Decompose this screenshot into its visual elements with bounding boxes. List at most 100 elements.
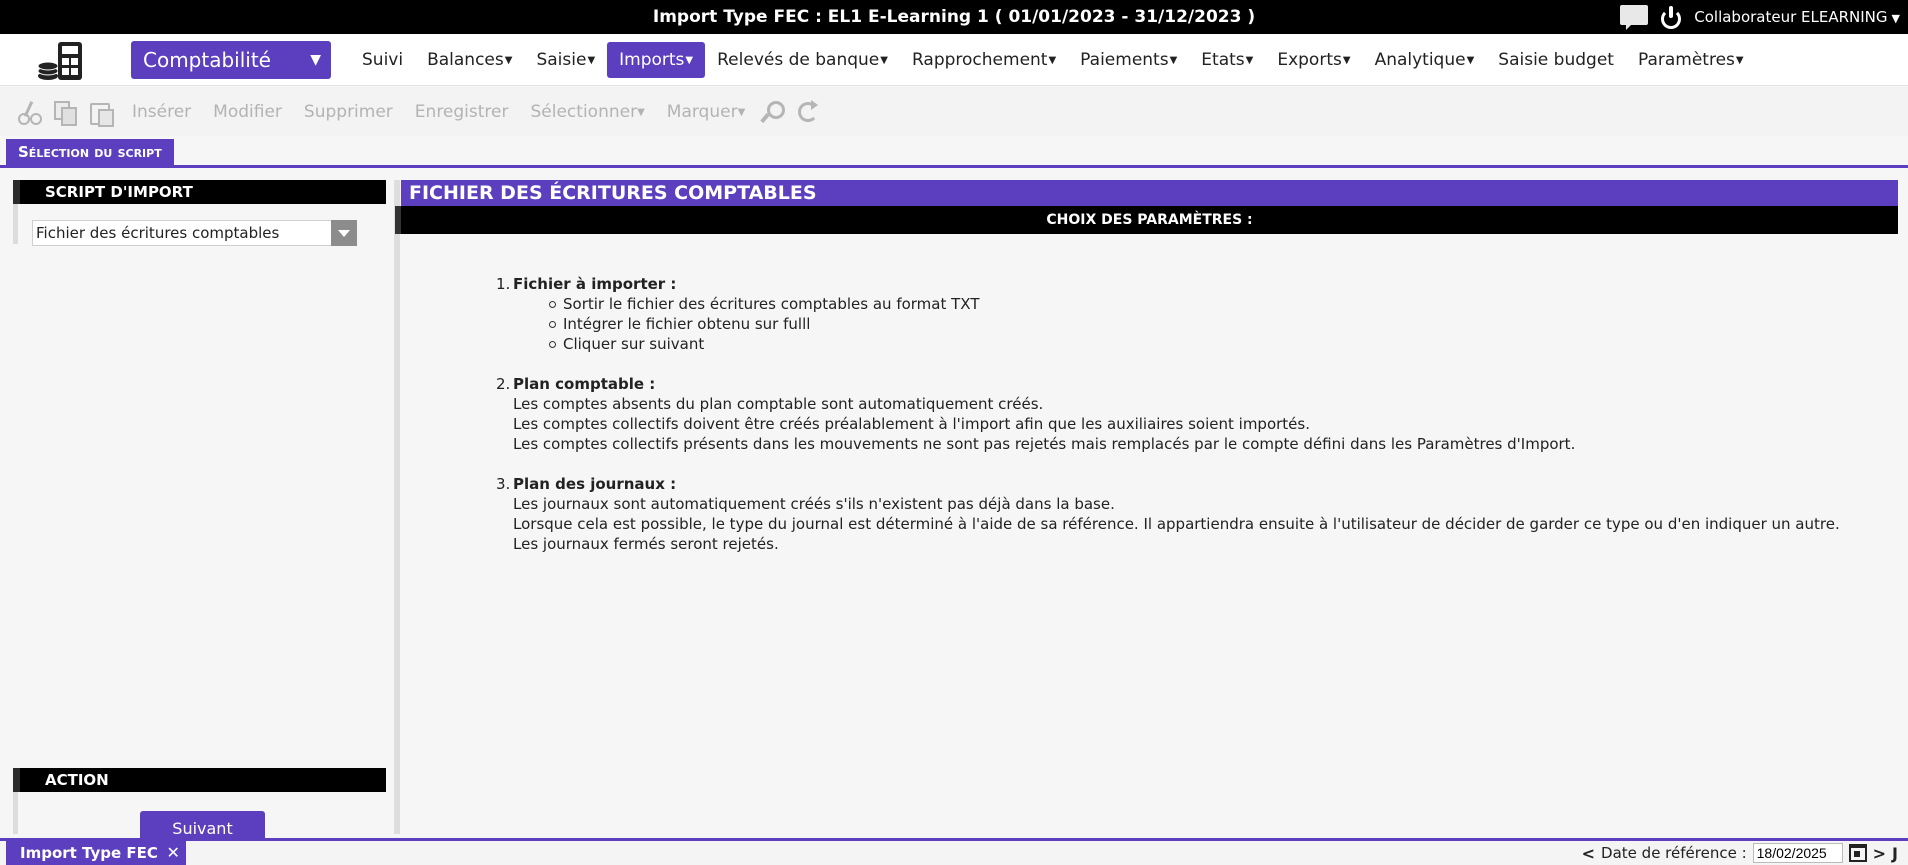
menu-item-label: Paiements [1080, 50, 1169, 70]
menu-item-saisie[interactable]: Saisie▼ [524, 42, 607, 78]
next-date-button[interactable]: > [1873, 844, 1886, 863]
menu-item-imports[interactable]: Imports▼ [607, 42, 706, 78]
next-button[interactable]: Suivant [140, 811, 265, 841]
section-number: 1. [496, 275, 511, 293]
chevron-down-icon: ▼ [1466, 55, 1475, 66]
text-line: Les journaux sont automatiquement créés … [513, 495, 1115, 513]
menu-item-label: Etats [1201, 50, 1245, 70]
menu-item-label: Balances [427, 50, 504, 70]
left-panel: SCRIPT D'IMPORT Fichier des écritures co… [13, 180, 386, 841]
menu-item-parametres[interactable]: Paramètres▼ [1626, 42, 1756, 78]
menu-item-label: Relevés de banque [717, 50, 880, 70]
delete-button[interactable]: Supprimer [304, 102, 393, 122]
open-window-tab-label: Import Type FEC [20, 844, 158, 862]
text-line: Les comptes collectifs doivent être créé… [513, 415, 1310, 433]
open-window-tab[interactable]: Import Type FEC ✕ [6, 841, 186, 865]
right-panel: FICHIER DES ÉCRITURES COMPTABLES CHOIX D… [395, 180, 1898, 834]
panel-splitter[interactable] [394, 180, 400, 834]
user-menu[interactable]: Collaborateur ELEARNING ▼ [1694, 8, 1900, 26]
menu-item-saisie-budget[interactable]: Saisie budget [1486, 42, 1626, 78]
reference-date: < Date de référence : > J [1582, 841, 1898, 865]
module-select[interactable]: Comptabilité ▼ [131, 41, 331, 79]
menu-item-rapprochement[interactable]: Rapprochement▼ [900, 42, 1068, 78]
panel-edge [13, 204, 18, 244]
search-icon[interactable] [759, 99, 786, 125]
insert-button[interactable]: Insérer [132, 102, 191, 122]
calendar-icon[interactable] [1848, 844, 1867, 862]
menu-item-exports[interactable]: Exports▼ [1265, 42, 1362, 78]
scissors-icon[interactable] [16, 99, 42, 125]
chevron-down-icon: ▼ [1891, 12, 1900, 25]
menu-item-etats[interactable]: Etats▼ [1189, 42, 1265, 78]
menu-item-label: Paramètres [1637, 50, 1735, 70]
list-item: Cliquer sur suivant [549, 334, 1893, 354]
section-number: 3. [496, 475, 511, 493]
panel-edge [13, 792, 18, 834]
script-select-value: Fichier des écritures comptables [36, 224, 280, 242]
title-bar: Import Type FEC : EL1 E-Learning 1 ( 01/… [0, 0, 1908, 34]
list-item: Sortir le fichier des écritures comptabl… [549, 294, 1893, 314]
section-heading: Fichier à importer : [513, 275, 677, 293]
section-number: 2. [496, 375, 511, 393]
menu-item-suivi[interactable]: Suivi [350, 42, 415, 78]
chevron-down-icon: ▼ [1735, 55, 1744, 66]
menu-bar: Comptabilité ▼ Suivi Balances▼ Saisie▼ I… [0, 34, 1908, 86]
close-icon[interactable]: ✕ [167, 841, 180, 865]
copy-icon[interactable] [52, 99, 78, 126]
action-header: ACTION [13, 768, 386, 792]
chat-icon[interactable] [1620, 5, 1649, 30]
instruction-section: 3. Plan des journaux : Les journaux sont… [493, 474, 1893, 554]
reference-date-input[interactable] [1752, 843, 1843, 863]
modify-button[interactable]: Modifier [213, 102, 282, 122]
list-item: Intégrer le fichier obtenu sur fulll [549, 314, 1893, 334]
panel-title: FICHIER DES ÉCRITURES COMPTABLES [401, 180, 1898, 206]
module-select-value: Comptabilité [143, 48, 271, 72]
today-button[interactable]: J [1892, 844, 1898, 863]
title-bar-right: Collaborateur ELEARNING ▼ [1620, 0, 1900, 34]
status-bar: Import Type FEC ✕ < Date de référence : … [0, 841, 1908, 865]
main-menu: Suivi Balances▼ Saisie▼ Imports▼ Relevés… [350, 41, 1756, 79]
menu-item-releves-de-banque[interactable]: Relevés de banque▼ [705, 42, 900, 78]
select-menu-label: Sélectionner [530, 101, 638, 122]
section-heading: Plan des journaux : [513, 475, 677, 493]
tab-script-selection[interactable]: Sélection du script [6, 139, 174, 165]
menu-item-label: Analytique [1374, 50, 1466, 70]
accounting-calculator-icon [37, 42, 82, 80]
script-select[interactable]: Fichier des écritures comptables [32, 220, 357, 246]
menu-item-analytique[interactable]: Analytique▼ [1363, 42, 1487, 78]
menu-item-label: Suivi [362, 50, 404, 70]
instruction-section: 1. Fichier à importer : Sortir le fichie… [493, 274, 1893, 354]
refresh-icon[interactable] [795, 99, 821, 125]
menu-item-label: Saisie [536, 50, 587, 70]
toolbar: Insérer Modifier Supprimer Enregistrer S… [0, 87, 1908, 136]
text-line: Lorsque cela est possible, le type du jo… [513, 515, 1840, 533]
section-heading: Plan comptable : [513, 375, 656, 393]
menu-item-label: Imports [619, 50, 685, 70]
menu-item-label: Exports [1277, 50, 1342, 70]
chevron-down-icon: ▼ [1169, 55, 1178, 66]
mark-menu[interactable]: Marquer▼ [667, 102, 746, 122]
power-icon[interactable] [1660, 6, 1682, 29]
chevron-down-icon: ▼ [1048, 55, 1057, 66]
chevron-down-icon: ▼ [310, 52, 321, 68]
menu-item-paiements[interactable]: Paiements▼ [1068, 42, 1189, 78]
bullet-list: Sortir le fichier des écritures comptabl… [513, 294, 1893, 354]
script-header: SCRIPT D'IMPORT [13, 180, 386, 204]
user-name: Collaborateur ELEARNING [1694, 8, 1888, 26]
menu-item-balances[interactable]: Balances▼ [415, 42, 524, 78]
instructions: 1. Fichier à importer : Sortir le fichie… [493, 274, 1893, 574]
text-line: Les comptes absents du plan comptable so… [513, 395, 1044, 413]
chevron-down-icon[interactable] [331, 220, 357, 246]
text-line: Les journaux fermés seront rejetés. [513, 535, 779, 553]
chevron-down-icon: ▼ [637, 106, 645, 118]
section-divider [0, 165, 1908, 168]
instruction-section: 2. Plan comptable : Les comptes absents … [493, 374, 1893, 454]
chevron-down-icon: ▼ [504, 55, 513, 66]
select-menu[interactable]: Sélectionner▼ [531, 102, 645, 122]
chevron-down-icon: ▼ [685, 55, 694, 66]
text-line: Les comptes collectifs présents dans les… [513, 435, 1576, 453]
save-button[interactable]: Enregistrer [415, 102, 509, 122]
previous-date-button[interactable]: < [1582, 844, 1595, 863]
chevron-down-icon: ▼ [1245, 55, 1254, 66]
paste-icon[interactable] [88, 99, 114, 127]
